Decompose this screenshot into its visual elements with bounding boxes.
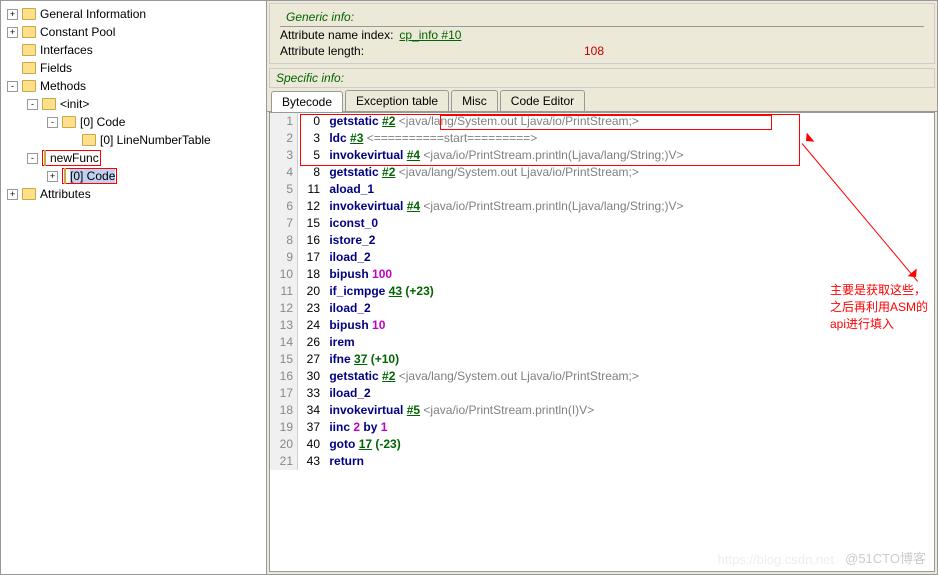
bytecode-line[interactable]: 15 iconst_0 — [298, 215, 934, 232]
tree-expander-icon[interactable]: + — [47, 171, 58, 182]
main-panel: Generic info: Attribute name index: cp_i… — [267, 1, 937, 574]
bytecode-line[interactable]: 3 ldc #3 <==========start=========> — [298, 130, 934, 147]
tree-label[interactable]: Methods — [40, 79, 86, 93]
watermark-51cto: @51CTO博客 — [845, 548, 926, 567]
tree-label[interactable]: General Information — [40, 7, 146, 21]
annotation-text: 主要是获取这些， 之后再利用ASM的api进行填入 — [830, 281, 934, 332]
attr-length-value: 108 — [584, 44, 604, 58]
bytecode-line[interactable]: 5 invokevirtual #4 <java/io/PrintStream.… — [298, 147, 934, 164]
folder-icon — [22, 44, 36, 56]
tree-item[interactable]: - [0] Code — [1, 113, 266, 131]
code-tabs: BytecodeException tableMiscCode Editor — [267, 90, 937, 112]
bytecode-view[interactable]: 123456789101112131415161718192021 0 gets… — [269, 112, 935, 572]
tree-expander-icon[interactable]: - — [27, 99, 38, 110]
tree-item[interactable]: [0] LineNumberTable — [1, 131, 266, 149]
tree-label[interactable]: Attributes — [40, 187, 91, 201]
tree-expander-icon — [67, 135, 78, 146]
tree-expander-icon[interactable]: + — [7, 189, 18, 200]
folder-icon — [42, 98, 56, 110]
tree-label[interactable]: <init> — [60, 97, 89, 111]
tree-label[interactable]: Constant Pool — [40, 25, 115, 39]
tab-misc[interactable]: Misc — [451, 90, 498, 111]
tree-item[interactable]: - Methods — [1, 77, 266, 95]
folder-icon — [22, 8, 36, 20]
bytecode-line[interactable]: 26 irem — [298, 334, 934, 351]
tree-item[interactable]: - <init> — [1, 95, 266, 113]
bytecode-line[interactable]: 8 getstatic #2 <java/lang/System.out Lja… — [298, 164, 934, 181]
tree-expander-icon[interactable]: + — [7, 27, 18, 38]
bytecode-line[interactable]: 40 goto 17 (-23) — [298, 436, 934, 453]
tree-expander-icon — [7, 63, 18, 74]
folder-icon — [44, 150, 46, 166]
specific-info-title: Specific info: — [269, 68, 935, 88]
tree-expander-icon[interactable]: - — [47, 117, 58, 128]
generic-info-panel: Generic info: Attribute name index: cp_i… — [269, 3, 935, 64]
bytecode-line[interactable]: 30 getstatic #2 <java/lang/System.out Lj… — [298, 368, 934, 385]
folder-icon — [22, 80, 36, 92]
tree-label[interactable]: [0] Code — [80, 115, 125, 129]
tree-expander-icon[interactable]: + — [7, 9, 18, 20]
tree-item[interactable]: + General Information — [1, 5, 266, 23]
class-tree-sidebar: + General Information + Constant Pool Interf… — [1, 1, 267, 574]
tab-code-editor[interactable]: Code Editor — [500, 90, 585, 111]
folder-icon — [64, 168, 66, 184]
attr-length-label: Attribute length: — [280, 44, 364, 58]
folder-icon — [62, 116, 76, 128]
folder-icon — [82, 134, 96, 146]
tree-item[interactable]: + Constant Pool — [1, 23, 266, 41]
folder-icon — [22, 26, 36, 38]
tree-label[interactable]: newFunc — [50, 151, 99, 165]
attr-name-index-label: Attribute name index: — [280, 28, 393, 42]
tree-expander-icon[interactable]: - — [27, 153, 38, 164]
tree-expander-icon[interactable]: - — [7, 81, 18, 92]
tree-item[interactable]: Interfaces — [1, 41, 266, 59]
bytecode-line[interactable]: 43 return — [298, 453, 934, 470]
tab-exception-table[interactable]: Exception table — [345, 90, 449, 111]
bytecode-line[interactable]: 11 aload_1 — [298, 181, 934, 198]
bytecode-line[interactable]: 0 getstatic #2 <java/lang/System.out Lja… — [298, 113, 934, 130]
tree-item[interactable]: + Attributes — [1, 185, 266, 203]
bytecode-line[interactable]: 33 iload_2 — [298, 385, 934, 402]
tree-label[interactable]: [0] Code — [70, 169, 115, 183]
attr-name-index-link[interactable]: cp_info #10 — [399, 28, 461, 42]
bytecode-line[interactable]: 17 iload_2 — [298, 249, 934, 266]
tab-bytecode[interactable]: Bytecode — [271, 91, 343, 112]
bytecode-line[interactable]: 34 invokevirtual #5 <java/io/PrintStream… — [298, 402, 934, 419]
tree-item[interactable]: + [0] Code — [1, 167, 266, 185]
folder-icon — [22, 188, 36, 200]
tree-label[interactable]: Interfaces — [40, 43, 93, 57]
bytecode-line[interactable]: 37 iinc 2 by 1 — [298, 419, 934, 436]
tree-label[interactable]: [0] LineNumberTable — [100, 133, 211, 147]
folder-icon — [22, 62, 36, 74]
tree-item[interactable]: - newFunc — [1, 149, 266, 167]
tree-expander-icon — [7, 45, 18, 56]
generic-info-title: Generic info: — [280, 8, 924, 27]
bytecode-line[interactable]: 12 invokevirtual #4 <java/io/PrintStream… — [298, 198, 934, 215]
watermark-csdn: https://blog.csdn.net — [718, 552, 834, 567]
bytecode-line[interactable]: 27 ifne 37 (+10) — [298, 351, 934, 368]
tree-item[interactable]: Fields — [1, 59, 266, 77]
tree-label[interactable]: Fields — [40, 61, 72, 75]
bytecode-line[interactable]: 16 istore_2 — [298, 232, 934, 249]
